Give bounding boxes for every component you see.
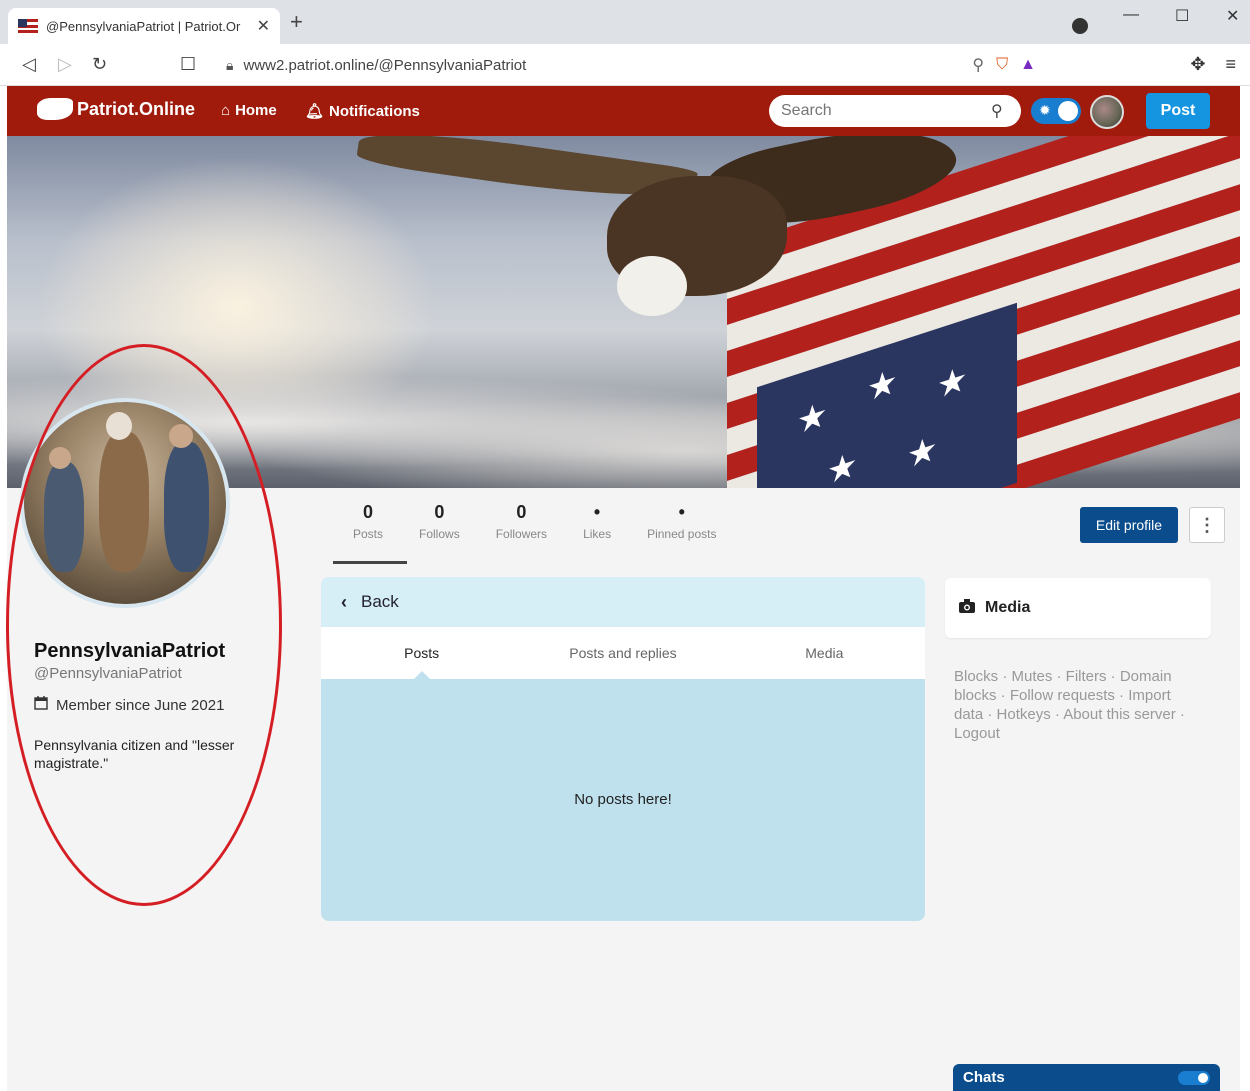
bookmark-icon[interactable]: ☐ <box>180 54 196 75</box>
stat-value: • <box>678 502 685 522</box>
profile-display-name: PennsylvaniaPatriot <box>34 640 226 662</box>
stat-label: Likes <box>583 527 612 541</box>
search-box: ⚲ <box>769 95 1021 127</box>
stat-followers[interactable]: 0 Followers <box>478 502 565 541</box>
zoom-icon[interactable]: ⚲ <box>972 55 984 75</box>
stat-value: 0 <box>434 502 445 522</box>
stat-value: 0 <box>516 502 527 522</box>
browser-tab-bar: @PennsylvaniaPatriot | Patriot.Or ✕ + — … <box>0 0 1250 44</box>
url-bar[interactable]: 🔒︎ www2.patriot.online/@PennsylvaniaPatr… <box>214 50 1050 80</box>
search-icon[interactable]: ⚲ <box>991 101 1003 121</box>
media-panel[interactable]: Media <box>945 578 1211 638</box>
svg-text:★: ★ <box>937 359 967 407</box>
member-since-text: Member since June 2021 <box>56 696 225 714</box>
url-text: www2.patriot.online/@PennsylvaniaPatriot <box>243 56 527 74</box>
toggle-knob <box>1058 101 1078 121</box>
brave-rewards-icon[interactable]: ▲ <box>1020 56 1036 74</box>
theme-toggle[interactable]: ✹ <box>1031 98 1081 124</box>
site-navbar: Patriot.Online ⌂ Home 🔔︎ Notifications ⚲… <box>7 86 1240 136</box>
stat-posts[interactable]: 0 Posts <box>335 502 401 541</box>
empty-feed-message: No posts here! <box>574 791 672 808</box>
member-since: Member since June 2021 <box>34 696 224 714</box>
profile-bio: Pennsylvania citizen and "lesser magistr… <box>34 737 235 771</box>
browser-toolbar: ◁ ▷ ↻ ☐ 🔒︎ www2.patriot.online/@Pennsylv… <box>0 44 1250 86</box>
new-tab-icon[interactable]: + <box>290 11 303 33</box>
active-stat-indicator <box>333 561 407 564</box>
back-chevron-icon[interactable]: ‹ <box>341 592 347 613</box>
feed-header: ‹ Back <box>321 577 925 627</box>
footer-links[interactable]: Blocks · Mutes · Filters · Domain blocks… <box>954 667 1204 743</box>
post-button[interactable]: Post <box>1146 93 1210 129</box>
maximize-icon[interactable]: ☐ <box>1175 6 1189 26</box>
red-annotation-circle <box>6 344 282 906</box>
tab-title: @PennsylvaniaPatriot | Patriot.Or <box>46 18 241 34</box>
home-icon: ⌂ <box>221 102 231 119</box>
stat-label: Pinned posts <box>647 527 717 541</box>
extensions-icon[interactable]: ✥ <box>1190 54 1205 75</box>
back-nav-icon[interactable]: ◁ <box>22 54 36 75</box>
logo-text: Patriot.Online <box>77 98 196 119</box>
chats-toggle-icon[interactable] <box>1178 1070 1210 1085</box>
site-logo[interactable]: Patriot.Online <box>37 98 195 120</box>
chats-label: Chats <box>963 1069 1005 1086</box>
more-options-icon[interactable]: ⋮ <box>1189 507 1225 543</box>
profile-feed: ‹ Back Posts Posts and replies Media No … <box>321 577 925 921</box>
edit-profile-button[interactable]: Edit profile <box>1080 507 1178 543</box>
svg-text:★: ★ <box>797 394 827 442</box>
svg-text:★: ★ <box>827 444 857 488</box>
chats-bar[interactable]: Chats <box>953 1064 1220 1091</box>
stat-label: Followers <box>495 527 548 541</box>
user-avatar[interactable] <box>1090 95 1124 129</box>
calendar-icon <box>34 696 48 714</box>
stat-follows[interactable]: 0 Follows <box>401 502 478 541</box>
media-panel-label: Media <box>985 599 1031 616</box>
eagle-head <box>617 256 687 316</box>
stat-value: 0 <box>363 502 374 522</box>
stat-label: Follows <box>419 527 460 541</box>
stat-label: Posts <box>353 527 384 541</box>
search-input[interactable] <box>781 102 991 120</box>
svg-text:★: ★ <box>907 428 937 476</box>
site-favicon-icon <box>18 19 38 33</box>
nav-home-link[interactable]: ⌂ Home <box>221 102 277 119</box>
stat-value: • <box>593 502 601 522</box>
nav-notifications-label: Notifications <box>329 102 420 120</box>
tab-media[interactable]: Media <box>724 627 925 679</box>
lock-icon: 🔒︎ <box>226 56 234 73</box>
nav-notifications-link[interactable]: 🔔︎ Notifications <box>305 102 420 121</box>
feed-tabs: Posts Posts and replies Media <box>321 627 925 679</box>
back-link[interactable]: Back <box>361 592 399 612</box>
camera-icon <box>959 598 975 618</box>
svg-text:★: ★ <box>867 361 897 409</box>
tab-posts[interactable]: Posts <box>321 627 522 679</box>
profile-stats: 0 Posts 0 Follows 0 Followers • Likes • … <box>335 502 734 541</box>
nav-home-label: Home <box>235 102 277 119</box>
brave-shield-icon[interactable]: ⛉ <box>996 56 1008 74</box>
forward-nav-icon[interactable]: ▷ <box>58 54 72 75</box>
tab-close-icon[interactable]: ✕ <box>257 16 270 36</box>
profile-handle: @PennsylvaniaPatriot <box>34 665 182 682</box>
tab-posts-and-replies[interactable]: Posts and replies <box>522 627 723 679</box>
stat-likes[interactable]: • Likes <box>565 502 629 541</box>
sun-icon: ✹ <box>1039 102 1051 118</box>
browser-profile-icon[interactable] <box>1072 18 1088 34</box>
browser-tab[interactable]: @PennsylvaniaPatriot | Patriot.Or ✕ <box>8 8 280 44</box>
stat-pinned-posts[interactable]: • Pinned posts <box>629 502 734 541</box>
close-window-icon[interactable]: ✕ <box>1226 6 1239 26</box>
logo-map-icon <box>37 98 73 120</box>
minimize-icon[interactable]: — <box>1123 6 1139 24</box>
menu-icon[interactable]: ≡ <box>1225 54 1236 75</box>
reload-icon[interactable]: ↻ <box>92 54 107 75</box>
bell-icon: 🔔︎ <box>305 103 325 120</box>
